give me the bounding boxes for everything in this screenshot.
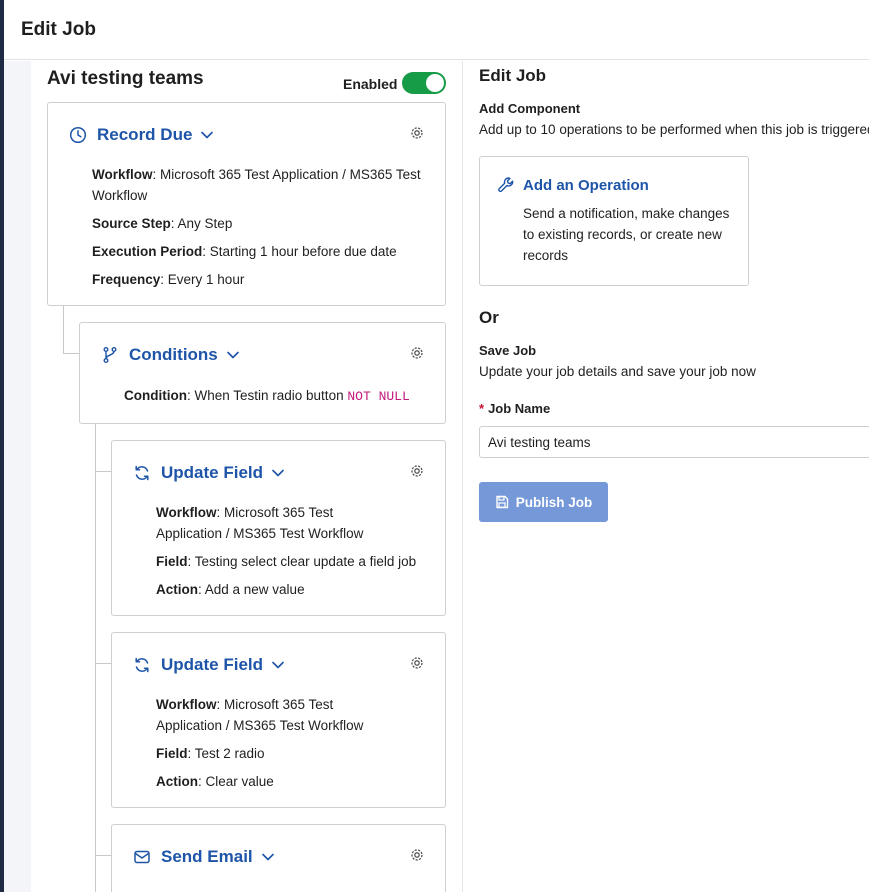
condition-detail: Condition: When Testin radio button NOT … <box>124 388 410 404</box>
gear-icon[interactable] <box>409 125 425 141</box>
required-marker: * <box>479 401 485 416</box>
operation-card: Update Field Workflow: Microsoft 365 Tes… <box>111 632 446 808</box>
connector-line <box>95 424 96 892</box>
add-component-help: Add up to 10 operations to be performed … <box>479 122 869 137</box>
operation-card-header[interactable]: Update Field <box>132 653 284 677</box>
detail-execution-period: Execution Period: Starting 1 hour before… <box>92 244 397 259</box>
chevron-down-icon <box>272 659 284 671</box>
detail-frequency: Frequency: Every 1 hour <box>92 272 245 287</box>
operation-card: Send Email <box>111 824 446 892</box>
refresh-icon <box>132 463 152 483</box>
save-icon <box>495 495 509 509</box>
trigger-title: Record Due <box>97 125 193 144</box>
or-label: Or <box>479 308 499 327</box>
job-name-label: * Job Name <box>479 401 551 416</box>
operation-card-header[interactable]: Send Email <box>132 845 274 869</box>
enabled-toggle[interactable] <box>402 72 446 94</box>
connector-line <box>95 855 112 856</box>
detail-action: Action: Clear value <box>156 774 274 789</box>
chevron-down-icon <box>261 851 274 863</box>
operation-title: Update Field <box>161 463 264 482</box>
toggle-knob <box>426 74 444 92</box>
gear-icon[interactable] <box>409 345 425 361</box>
detail-field: Field: Test 2 radio <box>156 746 265 761</box>
save-job-label: Save Job <box>479 343 537 358</box>
detail-workflow: Workflow: Microsoft 365 Test Application… <box>156 697 364 733</box>
publish-label: Publish Job <box>515 494 593 510</box>
refresh-icon <box>132 655 152 675</box>
operation-card: Update Field Workflow: Microsoft 365 Tes… <box>111 440 446 616</box>
operation-title: Update Field <box>161 655 264 674</box>
chevron-down-icon <box>272 467 284 479</box>
gear-icon[interactable] <box>409 463 425 479</box>
add-operation-description: Send a notification, make changes to exi… <box>523 206 730 263</box>
add-operation-card[interactable]: Add an Operation Send a notification, ma… <box>479 156 749 286</box>
job-name-heading: Avi testing teams <box>47 68 204 89</box>
left-gutter <box>4 61 31 892</box>
connector-line <box>63 353 80 354</box>
publish-job-button[interactable]: Publish Job <box>479 482 608 522</box>
chevron-down-icon <box>201 129 214 141</box>
add-component-label: Add Component <box>479 101 581 116</box>
job-name-input[interactable] <box>479 426 869 458</box>
connector-line <box>63 306 64 353</box>
conditions-card: Conditions Condition: When Testin radio … <box>79 322 446 424</box>
clock-icon <box>68 125 88 145</box>
conditions-title: Conditions <box>129 345 218 364</box>
detail-source-step: Source Step: Any Step <box>92 216 233 231</box>
page-title: Edit Job <box>21 19 96 40</box>
operation-card-header[interactable]: Update Field <box>132 461 284 485</box>
condition-operator: NOT NULL <box>347 389 410 404</box>
detail-workflow: Workflow: Microsoft 365 Test Application… <box>156 505 364 541</box>
wrench-icon <box>497 176 515 194</box>
operation-title: Send Email <box>161 847 253 866</box>
add-operation-title: Add an Operation <box>523 177 649 194</box>
header-bar: Edit Job <box>4 0 869 60</box>
edit-job-heading: Edit Job <box>479 66 547 85</box>
enabled-label: Enabled <box>343 76 398 92</box>
detail-action: Action: Add a new value <box>156 582 305 597</box>
mail-icon <box>132 847 152 867</box>
save-job-help: Update your job details and save your jo… <box>479 364 756 379</box>
detail-workflow: Workflow: Microsoft 365 Test Application… <box>92 167 421 203</box>
connector-line <box>95 663 112 664</box>
connector-line <box>95 471 112 472</box>
branch-icon <box>100 345 120 365</box>
trigger-card-header[interactable]: Record Due <box>68 123 214 147</box>
gear-icon[interactable] <box>409 655 425 671</box>
conditions-card-header[interactable]: Conditions <box>100 343 239 367</box>
panel-divider <box>462 61 463 892</box>
gear-icon[interactable] <box>409 847 425 863</box>
chevron-down-icon <box>226 349 239 361</box>
detail-field: Field: Testing select clear update a fie… <box>156 554 417 569</box>
trigger-card: Record Due Workflow: Microsoft 365 Test … <box>47 102 446 306</box>
